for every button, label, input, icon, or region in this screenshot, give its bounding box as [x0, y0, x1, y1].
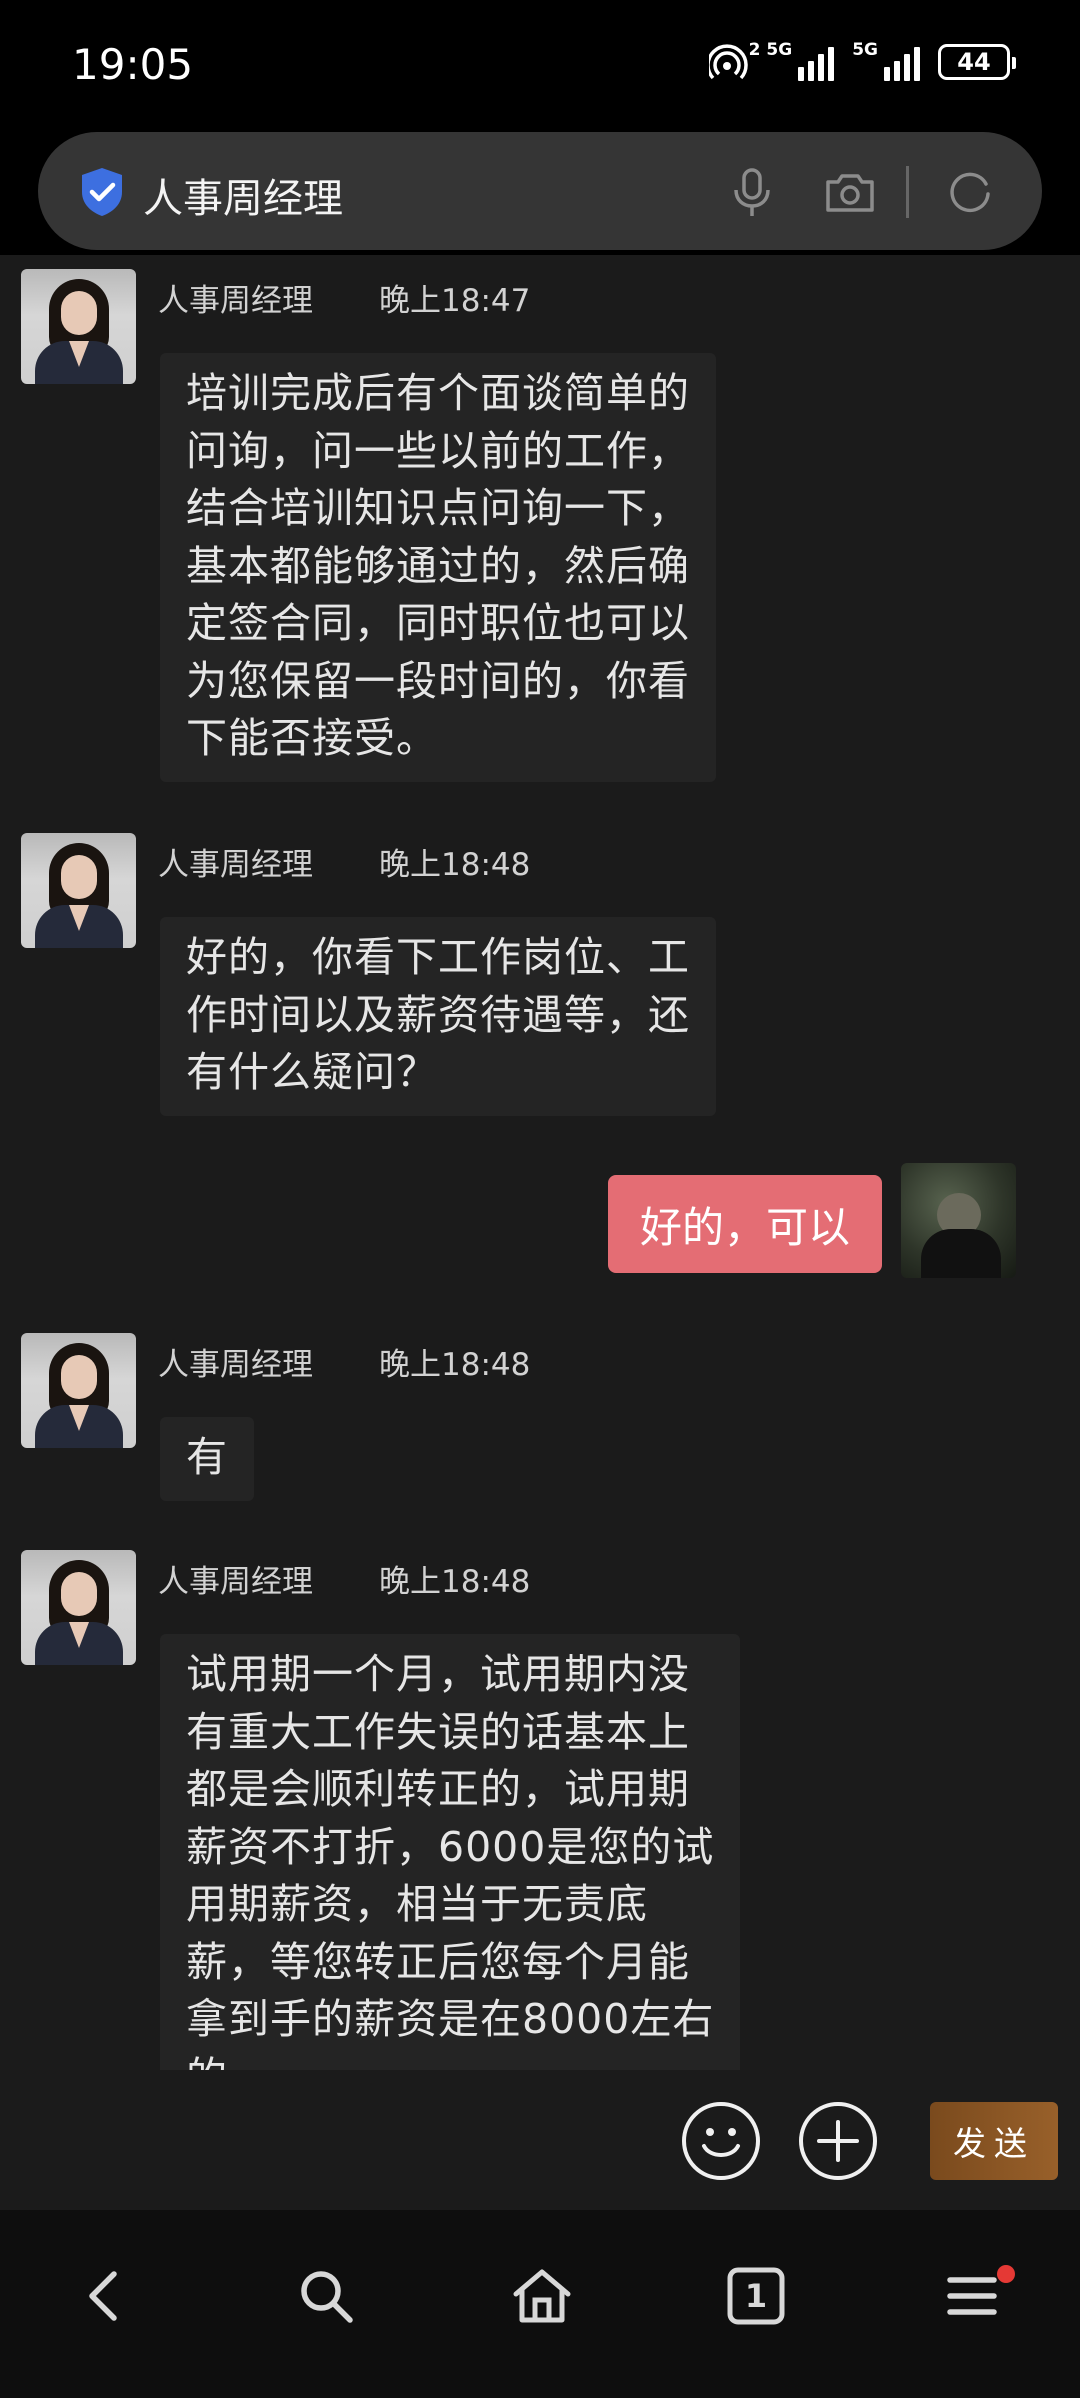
notification-dot — [997, 2265, 1015, 2283]
bottom-nav: 1 — [0, 2210, 1080, 2398]
message-line: 的 — [186, 2049, 714, 2071]
message-meta: 人事周经理 晚上18:48 — [158, 1556, 530, 1601]
smiley-icon — [702, 2128, 740, 2157]
message-bubble[interactable]: 好的，你看下工作岗位、工 作时间以及薪资待遇等，还 有什么疑问？ — [160, 917, 716, 1116]
message-time: 晚上18:48 — [379, 847, 531, 883]
message-time: 晚上18:48 — [379, 1347, 531, 1383]
tabs-button[interactable]: 1 — [716, 2256, 796, 2336]
network-type-1: 5G — [766, 40, 793, 60]
plus-icon — [817, 2120, 859, 2162]
page-title: 人事周经理 — [143, 176, 343, 222]
battery-level: 44 — [957, 48, 991, 76]
microphone-icon[interactable] — [724, 164, 780, 220]
message-meta: 人事周经理 晚上18:48 — [158, 839, 530, 884]
status-time: 19:05 — [72, 40, 194, 89]
hotspot-count: 2 — [748, 40, 761, 60]
sender-name: 人事周经理 — [158, 283, 313, 319]
back-arrow-icon — [89, 2271, 117, 2321]
avatar[interactable] — [21, 1333, 136, 1448]
message-line: 为您保留一段时间的，你看 — [186, 656, 690, 705]
menu-icon — [947, 2277, 997, 2315]
refresh-icon[interactable] — [942, 164, 998, 220]
message-meta: 人事周经理 晚上18:47 — [158, 275, 530, 320]
sender-name: 人事周经理 — [158, 847, 313, 883]
message-line: 拿到手的薪资是在8000左右 — [186, 1995, 715, 2043]
top-bar: 人事周经理 — [0, 130, 1080, 255]
message-line: 下能否接受。 — [186, 714, 438, 762]
search-icon — [301, 2271, 353, 2323]
avatar[interactable] — [21, 269, 136, 384]
message-line: 培训完成后有个面谈简单的 — [186, 369, 690, 417]
address-bar[interactable]: 人事周经理 — [38, 132, 1042, 250]
toolbar-divider — [906, 166, 909, 218]
message-line: 都是会顺利转正的，试用期 — [186, 1765, 690, 1813]
message-line: 定签合同，同时职位也可以 — [186, 599, 690, 647]
home-button[interactable] — [502, 2256, 582, 2336]
message-bubble[interactable]: 有 — [160, 1417, 254, 1501]
message-bubble[interactable]: 试用期一个月，试用期内没 有重大工作失误的话基本上 都是会顺利转正的，试用期 薪… — [160, 1634, 741, 2071]
message-line: 作时间以及薪资待遇等，还 — [186, 990, 690, 1039]
message-line: 问询，问一些以前的工作， — [186, 426, 690, 475]
avatar[interactable] — [21, 833, 136, 948]
signal-icon-1 — [798, 43, 835, 81]
message-time: 晚上18:48 — [379, 1564, 531, 1600]
message-line: 用期薪资，相当于无责底 — [186, 1880, 648, 1928]
message-meta: 人事周经理 晚上18:48 — [158, 1339, 530, 1384]
self-message-bubble[interactable]: 好的，可以 — [608, 1175, 882, 1273]
avatar[interactable] — [21, 1550, 136, 1665]
message-line: 薪，等您转正后您每个月能 — [186, 1937, 690, 1986]
message-line: 有什么疑问？ — [186, 1048, 438, 1096]
hotspot-icon — [705, 42, 749, 82]
status-icons: 2 5G 5G 44 — [705, 40, 1016, 82]
shield-check-icon — [78, 166, 126, 218]
chat-list[interactable]: 人事周经理 晚上18:47 培训完成后有个面谈简单的 问询，问一些以前的工作， 结… — [0, 255, 1080, 2070]
message-bubble[interactable]: 培训完成后有个面谈简单的 问询，问一些以前的工作， 结合培训知识点问询一下， 基… — [160, 353, 716, 782]
message-time: 晚上18:47 — [379, 283, 531, 319]
send-button[interactable]: 发送 — [930, 2102, 1058, 2180]
sender-name: 人事周经理 — [158, 1564, 313, 1600]
sender-name: 人事周经理 — [158, 1347, 313, 1383]
home-icon — [513, 2269, 571, 2323]
network-type-2: 5G — [852, 40, 878, 60]
signal-icon-2 — [884, 43, 920, 81]
search-button[interactable] — [286, 2256, 366, 2336]
message-line: 基本都能够通过的，然后确 — [186, 541, 690, 590]
back-button[interactable] — [66, 2256, 146, 2336]
message-line: 试用期一个月，试用期内没 — [186, 1650, 690, 1698]
emoji-button[interactable] — [682, 2102, 760, 2180]
message-line: 有 — [186, 1433, 228, 1481]
add-button[interactable] — [799, 2102, 877, 2180]
camera-icon[interactable] — [822, 164, 878, 220]
input-bar: 发送 — [0, 2070, 1080, 2210]
message-line: 有重大工作失误的话基本上 — [186, 1707, 690, 1756]
battery-icon: 44 — [938, 44, 1016, 80]
tabs-count: 1 — [744, 2277, 768, 2315]
message-line: 薪资不打折，6000是您的试 — [186, 1822, 715, 1871]
message-line: 结合培训知识点问询一下， — [186, 484, 690, 532]
self-avatar[interactable] — [901, 1163, 1016, 1278]
status-bar: 19:05 2 5G 5G 44 — [0, 0, 1080, 130]
message-line: 好的，你看下工作岗位、工 — [186, 933, 690, 981]
